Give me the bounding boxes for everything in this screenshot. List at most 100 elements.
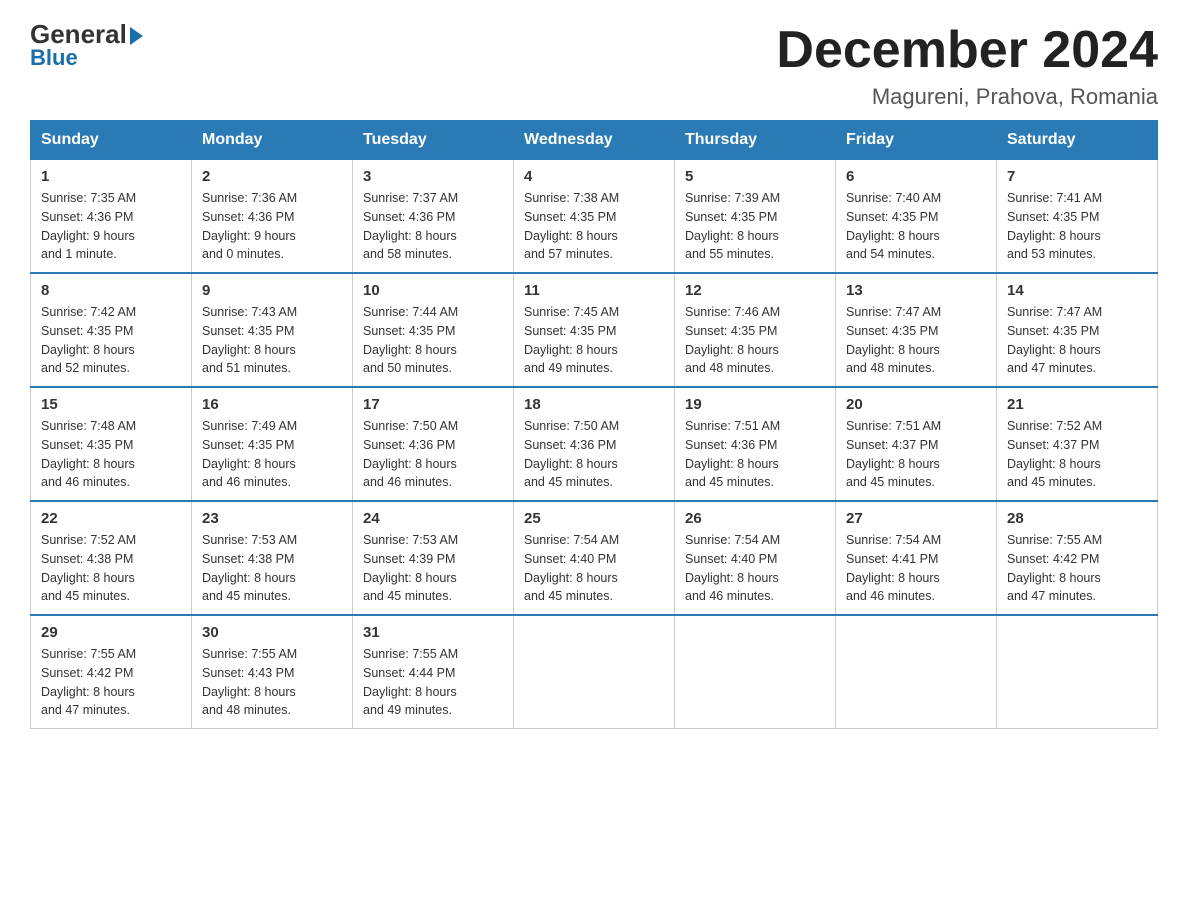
day-info: Sunrise: 7:39 AMSunset: 4:35 PMDaylight:…	[685, 189, 825, 264]
day-info: Sunrise: 7:51 AMSunset: 4:37 PMDaylight:…	[846, 417, 986, 492]
day-info: Sunrise: 7:54 AMSunset: 4:40 PMDaylight:…	[524, 531, 664, 606]
day-number: 19	[685, 396, 825, 413]
calendar-week-3: 15 Sunrise: 7:48 AMSunset: 4:35 PMDaylig…	[31, 387, 1158, 501]
logo: General Blue	[30, 20, 143, 71]
calendar-cell: 1 Sunrise: 7:35 AMSunset: 4:36 PMDayligh…	[31, 160, 192, 274]
calendar-cell: 25 Sunrise: 7:54 AMSunset: 4:40 PMDaylig…	[514, 501, 675, 615]
logo-line2: Blue	[30, 45, 143, 71]
day-number: 11	[524, 282, 664, 299]
day-number: 3	[363, 168, 503, 185]
calendar-week-4: 22 Sunrise: 7:52 AMSunset: 4:38 PMDaylig…	[31, 501, 1158, 615]
weekday-header-thursday: Thursday	[675, 121, 836, 160]
day-info: Sunrise: 7:36 AMSunset: 4:36 PMDaylight:…	[202, 189, 342, 264]
day-info: Sunrise: 7:47 AMSunset: 4:35 PMDaylight:…	[846, 303, 986, 378]
calendar-cell: 3 Sunrise: 7:37 AMSunset: 4:36 PMDayligh…	[353, 160, 514, 274]
calendar-week-2: 8 Sunrise: 7:42 AMSunset: 4:35 PMDayligh…	[31, 273, 1158, 387]
calendar-week-5: 29 Sunrise: 7:55 AMSunset: 4:42 PMDaylig…	[31, 615, 1158, 729]
day-number: 17	[363, 396, 503, 413]
day-info: Sunrise: 7:42 AMSunset: 4:35 PMDaylight:…	[41, 303, 181, 378]
calendar-cell	[675, 615, 836, 729]
weekday-header-monday: Monday	[192, 121, 353, 160]
calendar-cell	[997, 615, 1158, 729]
calendar-cell: 18 Sunrise: 7:50 AMSunset: 4:36 PMDaylig…	[514, 387, 675, 501]
day-number: 1	[41, 168, 181, 185]
calendar-cell: 8 Sunrise: 7:42 AMSunset: 4:35 PMDayligh…	[31, 273, 192, 387]
day-number: 23	[202, 510, 342, 527]
calendar-cell: 23 Sunrise: 7:53 AMSunset: 4:38 PMDaylig…	[192, 501, 353, 615]
day-number: 14	[1007, 282, 1147, 299]
weekday-header-row: SundayMondayTuesdayWednesdayThursdayFrid…	[31, 121, 1158, 160]
day-number: 26	[685, 510, 825, 527]
page-header: General Blue December 2024 Magureni, Pra…	[30, 20, 1158, 110]
day-number: 18	[524, 396, 664, 413]
day-number: 12	[685, 282, 825, 299]
day-info: Sunrise: 7:40 AMSunset: 4:35 PMDaylight:…	[846, 189, 986, 264]
day-info: Sunrise: 7:53 AMSunset: 4:38 PMDaylight:…	[202, 531, 342, 606]
calendar-cell: 31 Sunrise: 7:55 AMSunset: 4:44 PMDaylig…	[353, 615, 514, 729]
calendar-cell: 9 Sunrise: 7:43 AMSunset: 4:35 PMDayligh…	[192, 273, 353, 387]
day-number: 6	[846, 168, 986, 185]
calendar-cell: 30 Sunrise: 7:55 AMSunset: 4:43 PMDaylig…	[192, 615, 353, 729]
day-number: 29	[41, 624, 181, 641]
day-info: Sunrise: 7:46 AMSunset: 4:35 PMDaylight:…	[685, 303, 825, 378]
day-info: Sunrise: 7:54 AMSunset: 4:41 PMDaylight:…	[846, 531, 986, 606]
day-number: 2	[202, 168, 342, 185]
calendar-cell: 2 Sunrise: 7:36 AMSunset: 4:36 PMDayligh…	[192, 160, 353, 274]
day-number: 25	[524, 510, 664, 527]
day-info: Sunrise: 7:55 AMSunset: 4:42 PMDaylight:…	[41, 645, 181, 720]
day-number: 27	[846, 510, 986, 527]
day-info: Sunrise: 7:45 AMSunset: 4:35 PMDaylight:…	[524, 303, 664, 378]
day-info: Sunrise: 7:55 AMSunset: 4:44 PMDaylight:…	[363, 645, 503, 720]
calendar-cell: 27 Sunrise: 7:54 AMSunset: 4:41 PMDaylig…	[836, 501, 997, 615]
day-number: 22	[41, 510, 181, 527]
day-info: Sunrise: 7:41 AMSunset: 4:35 PMDaylight:…	[1007, 189, 1147, 264]
day-number: 5	[685, 168, 825, 185]
day-number: 10	[363, 282, 503, 299]
day-info: Sunrise: 7:44 AMSunset: 4:35 PMDaylight:…	[363, 303, 503, 378]
calendar-table: SundayMondayTuesdayWednesdayThursdayFrid…	[30, 120, 1158, 729]
calendar-title: December 2024	[776, 20, 1158, 80]
calendar-cell: 21 Sunrise: 7:52 AMSunset: 4:37 PMDaylig…	[997, 387, 1158, 501]
weekday-header-tuesday: Tuesday	[353, 121, 514, 160]
title-area: December 2024 Magureni, Prahova, Romania	[776, 20, 1158, 110]
calendar-cell: 26 Sunrise: 7:54 AMSunset: 4:40 PMDaylig…	[675, 501, 836, 615]
day-info: Sunrise: 7:35 AMSunset: 4:36 PMDaylight:…	[41, 189, 181, 264]
day-number: 31	[363, 624, 503, 641]
calendar-cell: 17 Sunrise: 7:50 AMSunset: 4:36 PMDaylig…	[353, 387, 514, 501]
calendar-cell: 29 Sunrise: 7:55 AMSunset: 4:42 PMDaylig…	[31, 615, 192, 729]
day-number: 15	[41, 396, 181, 413]
calendar-cell	[836, 615, 997, 729]
logo-arrow-icon	[130, 27, 143, 45]
day-number: 13	[846, 282, 986, 299]
day-info: Sunrise: 7:50 AMSunset: 4:36 PMDaylight:…	[363, 417, 503, 492]
calendar-cell: 20 Sunrise: 7:51 AMSunset: 4:37 PMDaylig…	[836, 387, 997, 501]
day-info: Sunrise: 7:38 AMSunset: 4:35 PMDaylight:…	[524, 189, 664, 264]
calendar-cell: 6 Sunrise: 7:40 AMSunset: 4:35 PMDayligh…	[836, 160, 997, 274]
day-info: Sunrise: 7:55 AMSunset: 4:42 PMDaylight:…	[1007, 531, 1147, 606]
day-info: Sunrise: 7:51 AMSunset: 4:36 PMDaylight:…	[685, 417, 825, 492]
day-number: 16	[202, 396, 342, 413]
day-number: 9	[202, 282, 342, 299]
weekday-header-friday: Friday	[836, 121, 997, 160]
calendar-week-1: 1 Sunrise: 7:35 AMSunset: 4:36 PMDayligh…	[31, 160, 1158, 274]
day-info: Sunrise: 7:49 AMSunset: 4:35 PMDaylight:…	[202, 417, 342, 492]
day-number: 24	[363, 510, 503, 527]
day-info: Sunrise: 7:48 AMSunset: 4:35 PMDaylight:…	[41, 417, 181, 492]
day-info: Sunrise: 7:52 AMSunset: 4:38 PMDaylight:…	[41, 531, 181, 606]
calendar-subtitle: Magureni, Prahova, Romania	[776, 84, 1158, 110]
day-number: 30	[202, 624, 342, 641]
day-info: Sunrise: 7:37 AMSunset: 4:36 PMDaylight:…	[363, 189, 503, 264]
calendar-cell: 28 Sunrise: 7:55 AMSunset: 4:42 PMDaylig…	[997, 501, 1158, 615]
day-info: Sunrise: 7:50 AMSunset: 4:36 PMDaylight:…	[524, 417, 664, 492]
calendar-cell: 10 Sunrise: 7:44 AMSunset: 4:35 PMDaylig…	[353, 273, 514, 387]
day-number: 7	[1007, 168, 1147, 185]
day-info: Sunrise: 7:54 AMSunset: 4:40 PMDaylight:…	[685, 531, 825, 606]
calendar-cell: 24 Sunrise: 7:53 AMSunset: 4:39 PMDaylig…	[353, 501, 514, 615]
day-info: Sunrise: 7:55 AMSunset: 4:43 PMDaylight:…	[202, 645, 342, 720]
day-number: 20	[846, 396, 986, 413]
day-info: Sunrise: 7:47 AMSunset: 4:35 PMDaylight:…	[1007, 303, 1147, 378]
calendar-cell: 15 Sunrise: 7:48 AMSunset: 4:35 PMDaylig…	[31, 387, 192, 501]
weekday-header-saturday: Saturday	[997, 121, 1158, 160]
calendar-cell: 22 Sunrise: 7:52 AMSunset: 4:38 PMDaylig…	[31, 501, 192, 615]
calendar-cell	[514, 615, 675, 729]
